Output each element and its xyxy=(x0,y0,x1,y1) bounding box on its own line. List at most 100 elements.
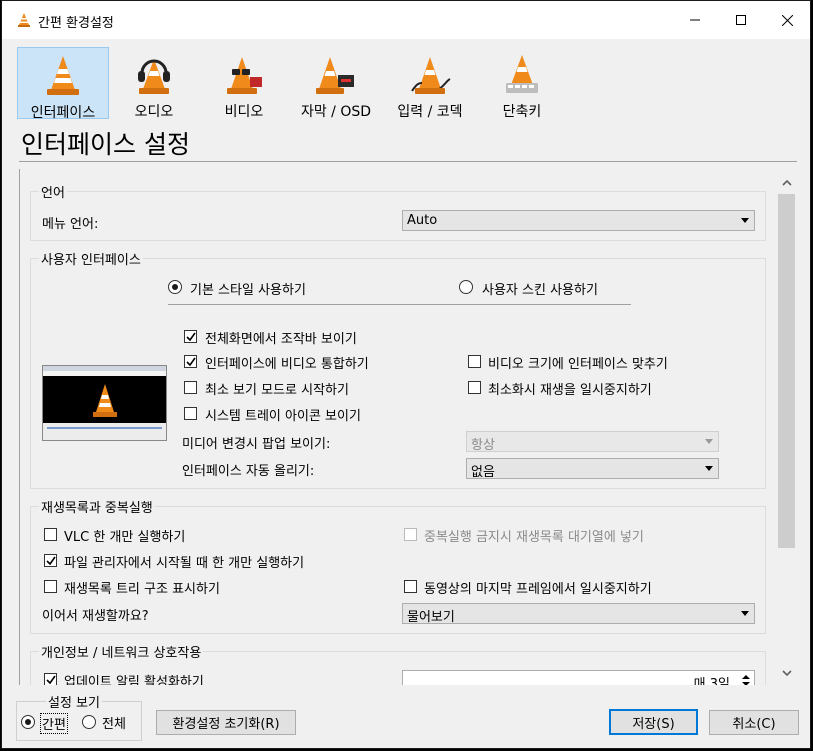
simple-view-radio[interactable] xyxy=(21,715,35,729)
popup-value: 항상 xyxy=(471,438,495,453)
resume-playback-select[interactable]: 물어보기 xyxy=(402,603,755,625)
interface-cone-icon xyxy=(47,56,79,95)
chevron-down-icon xyxy=(741,218,749,223)
popup-select[interactable]: 항상 xyxy=(466,431,719,453)
systray-label: 시스템 트레이 아이콘 보이기 xyxy=(205,409,361,424)
native-style-radio[interactable] xyxy=(168,280,182,294)
tab-audio[interactable]: 오디오 xyxy=(110,47,198,120)
audio-headphones-cone-icon xyxy=(138,59,170,94)
radio-selected-dot xyxy=(172,284,178,290)
radio-selected-dot xyxy=(25,719,31,725)
playlist-group-title: 재생목록과 중복실행 xyxy=(39,497,155,516)
tab-interface-label: 인터페이스 xyxy=(30,105,96,121)
scroll-thumb[interactable] xyxy=(778,194,795,548)
native-style-label: 기본 스타일 사용하기 xyxy=(190,283,306,298)
resume-playback-value: 물어보기 xyxy=(407,610,455,625)
hotkeys-cone-icon xyxy=(506,55,538,93)
one-instance-fm-label: 파일 관리자에서 시작될 때 한 개만 실행하기 xyxy=(64,556,305,571)
raise-interface-value: 없음 xyxy=(471,465,495,480)
menu-language-label: 메뉴 언어: xyxy=(42,217,99,232)
chevron-down-icon xyxy=(781,669,792,676)
save-button[interactable]: 저장(S) xyxy=(609,709,698,735)
enqueue-checkbox[interactable] xyxy=(404,528,417,541)
minimize-button[interactable] xyxy=(672,1,718,39)
maximize-button[interactable] xyxy=(718,1,764,39)
page-title: 인터페이스 설정 xyxy=(21,130,190,159)
preferences-window: 간편 환경설정 인터페이스 오디오 비디오 자막 / OSD 입력 / 코덱 단… xyxy=(1,0,811,749)
chevron-up-icon xyxy=(781,179,792,186)
cancel-button[interactable]: 취소(C) xyxy=(709,710,799,735)
raise-interface-select[interactable]: 없음 xyxy=(466,458,719,480)
update-days-spinbox[interactable]: 매 3일 xyxy=(402,670,755,685)
skins-label: 사용자 스킨 사용하기 xyxy=(482,283,598,298)
chevron-down-icon xyxy=(705,439,713,444)
chevron-down-icon xyxy=(741,611,749,616)
checkmark-icon xyxy=(46,556,56,566)
enqueue-label: 중복실행 금지시 재생목록 대기열에 넣기 xyxy=(424,530,644,545)
tab-hotkeys[interactable]: 단축키 xyxy=(478,47,566,120)
popup-label: 미디어 변경시 팝업 보이기: xyxy=(182,437,331,452)
scroll-down-button[interactable] xyxy=(778,664,795,681)
vlc-cone-icon xyxy=(93,384,117,417)
tab-interface[interactable]: 인터페이스 xyxy=(17,47,109,121)
all-view-radio[interactable] xyxy=(82,715,96,729)
update-days-value: 매 3일 xyxy=(693,677,730,685)
tab-input-codec-label: 입력 / 코덱 xyxy=(397,104,463,120)
pause-minimized-checkbox[interactable] xyxy=(468,381,481,394)
one-instance-checkbox[interactable] xyxy=(44,528,57,541)
minimize-icon xyxy=(690,19,700,21)
checkmark-icon xyxy=(186,332,196,342)
settings-scrollbar[interactable] xyxy=(778,172,795,684)
tab-subtitles-osd[interactable]: 자막 / OSD xyxy=(290,47,382,120)
playlist-tree-label: 재생목록 트리 구조 표시하기 xyxy=(64,582,220,597)
video-glasses-cone-icon xyxy=(227,57,262,94)
tab-video[interactable]: 비디오 xyxy=(199,47,289,120)
chevron-down-icon xyxy=(705,466,713,471)
pause-last-frame-checkbox[interactable] xyxy=(404,580,417,593)
close-button[interactable] xyxy=(764,1,810,39)
menu-language-select[interactable]: Auto xyxy=(402,210,755,231)
style-divider xyxy=(168,304,631,305)
window-title: 간편 환경설정 xyxy=(38,16,114,31)
pause-minimized-label: 최소화시 재생을 일시중지하기 xyxy=(488,383,652,398)
privacy-group-title: 개인정보 / 네트워크 상호작용 xyxy=(39,642,204,661)
tab-subtitles-osd-label: 자막 / OSD xyxy=(300,104,372,120)
checkmark-icon xyxy=(46,675,56,685)
update-notify-checkbox[interactable] xyxy=(44,673,57,685)
user-interface-group-title: 사용자 인터페이스 xyxy=(39,249,143,268)
scroll-up-button[interactable] xyxy=(778,174,795,191)
checkmark-icon xyxy=(186,357,196,367)
reset-preferences-button[interactable]: 환경설정 초기화(R) xyxy=(156,710,296,735)
spin-arrows-icon xyxy=(742,675,750,685)
minimal-view-checkbox[interactable] xyxy=(184,381,197,394)
subtitles-cone-icon xyxy=(316,57,354,94)
skins-radio[interactable] xyxy=(459,280,473,294)
one-instance-fm-checkbox[interactable] xyxy=(44,554,57,567)
title-bar[interactable]: 간편 환경설정 xyxy=(2,1,810,39)
embed-video-label: 인터페이스에 비디오 통합하기 xyxy=(205,357,369,372)
tab-hotkeys-label: 단축키 xyxy=(502,104,542,120)
minimal-view-label: 최소 보기 모드로 시작하기 xyxy=(205,383,349,398)
menu-language-value: Auto xyxy=(407,213,438,228)
settings-scroll-area[interactable]: 언어 메뉴 언어: Auto 사용자 인터페이스 기본 스타일 사용하기 사용자… xyxy=(19,169,799,685)
raise-interface-label: 인터페이스 자동 올리기: xyxy=(182,464,315,479)
tab-input-codec[interactable]: 입력 / 코덱 xyxy=(383,47,477,120)
maximize-icon xyxy=(736,15,746,25)
embed-video-checkbox[interactable] xyxy=(184,355,197,368)
fullscreen-controls-checkbox[interactable] xyxy=(184,330,197,343)
input-codec-cone-icon xyxy=(411,57,451,94)
all-view-label: 전체 xyxy=(102,717,126,732)
tab-audio-label: 오디오 xyxy=(134,104,174,120)
title-divider xyxy=(19,161,797,162)
resize-to-video-label: 비디오 크기에 인터페이스 맞추기 xyxy=(488,357,668,372)
pause-last-frame-label: 동영상의 마지막 프레임에서 일시중지하기 xyxy=(424,582,652,597)
playlist-tree-checkbox[interactable] xyxy=(44,580,57,593)
close-icon xyxy=(781,14,793,26)
show-settings-title: 설정 보기 xyxy=(46,692,102,711)
systray-checkbox[interactable] xyxy=(184,407,197,420)
resize-to-video-checkbox[interactable] xyxy=(468,355,481,368)
resume-playback-label: 이어서 재생할까요? xyxy=(42,609,149,624)
simple-view-label: 간편 xyxy=(40,713,68,734)
one-instance-label: VLC 한 개만 실행하기 xyxy=(64,530,186,545)
vlc-cone-icon xyxy=(18,13,30,27)
